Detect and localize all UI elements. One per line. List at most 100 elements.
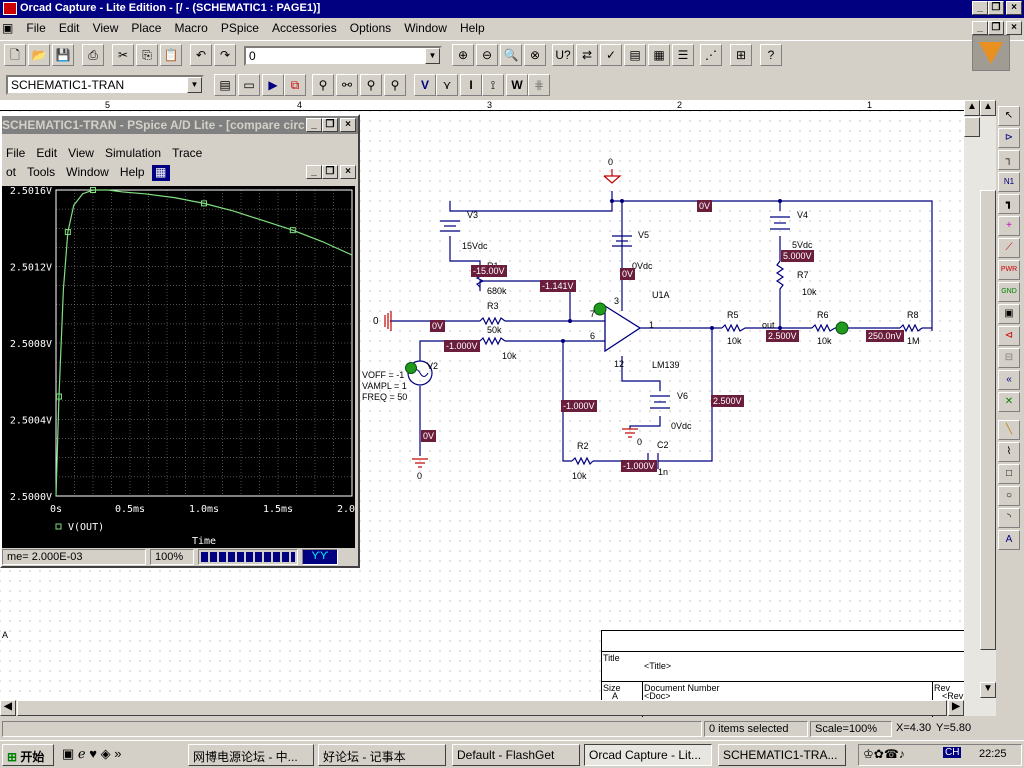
junction-tool-icon[interactable]: + [998, 216, 1020, 236]
minimize-button[interactable]: _ [972, 1, 988, 15]
close-button[interactable]: × [1006, 1, 1022, 15]
voltage-tag[interactable]: 0V [697, 200, 713, 212]
desktop-icon[interactable]: ▣ [62, 746, 74, 761]
paste-icon[interactable]: 📋 [160, 44, 182, 66]
voltage-tag[interactable]: 0V [421, 430, 437, 442]
resistor-r7[interactable] [775, 260, 785, 296]
menu-edit[interactable]: Edit [54, 18, 85, 35]
outer-scroll-down-icon[interactable]: ▼ [980, 682, 996, 698]
menu-options[interactable]: Options [345, 18, 396, 35]
menu-macro[interactable]: Macro [170, 18, 213, 35]
no-connect-icon[interactable]: ✕ [998, 392, 1020, 412]
opamp-symbol[interactable] [604, 304, 642, 353]
outer-scroll-thumb[interactable] [980, 190, 996, 650]
drc-icon[interactable]: ✓ [600, 44, 622, 66]
arc-tool-icon[interactable]: ◝ [998, 508, 1020, 528]
net-alias-icon[interactable]: N1 [998, 172, 1020, 192]
voltage-tag[interactable]: 2.500V [766, 330, 799, 342]
power-marker-icon[interactable]: ⚲ [384, 74, 406, 96]
app-quick-icon[interactable]: ♥ [89, 746, 97, 761]
resistor-r6[interactable] [811, 323, 836, 333]
voltage-tag[interactable]: -1.000V [561, 400, 597, 412]
rect-tool-icon[interactable]: □ [998, 464, 1020, 484]
bom-icon[interactable]: ☰ [672, 44, 694, 66]
voltage-tag[interactable]: -1.000V [621, 460, 657, 472]
tray-icons[interactable]: ♔✿☎♪ [863, 747, 905, 761]
sim-profile-dropdown-icon[interactable]: ▼ [187, 77, 202, 93]
ellipse-tool-icon[interactable]: ○ [998, 486, 1020, 506]
waveform-plot[interactable]: 2.5000V 2.5004V 2.5008V 2.5012V 2.5016V 0s 0.5… [2, 186, 367, 548]
pspice-close-button[interactable]: × [340, 118, 356, 132]
pspice-doc-close-button[interactable]: × [340, 165, 356, 179]
new-icon[interactable]: 🗋 [4, 44, 26, 66]
voltage-tag[interactable]: 250.0nV [866, 330, 904, 342]
hier-pin-icon[interactable]: ⊟ [998, 348, 1020, 368]
scroll-left-icon[interactable]: ◀ [0, 700, 16, 716]
voltage-tag[interactable]: -1.141V [540, 280, 576, 292]
menu-place[interactable]: Place [126, 18, 166, 35]
snap-grid-icon[interactable]: ⋰ [700, 44, 722, 66]
bus-tool-icon[interactable]: ┓ [998, 194, 1020, 214]
horizontal-scrollbar[interactable]: ◀ ▶ [0, 700, 980, 716]
redo-icon[interactable]: ↷ [214, 44, 236, 66]
media-icon[interactable]: ◈ [101, 746, 111, 761]
annotate-icon[interactable]: U? [552, 44, 574, 66]
line-tool-icon[interactable]: ╲ [998, 420, 1020, 440]
bias-i-icon[interactable]: I [460, 74, 482, 96]
resistor-r2[interactable] [571, 456, 594, 466]
voltage-tag[interactable]: 0V [620, 268, 636, 280]
copy-icon[interactable]: ⎘ [136, 44, 158, 66]
part-combo[interactable]: 0 ▼ [244, 46, 442, 66]
pspice-doc-minimize-button[interactable]: _ [306, 165, 322, 179]
pspice-menu-file[interactable]: File [2, 146, 29, 160]
pspice-menu-plot[interactable]: ot [2, 165, 20, 179]
power-tool-icon[interactable]: PWR [998, 260, 1020, 280]
menu-pspice[interactable]: PSpice [216, 18, 264, 35]
place-part-icon[interactable]: ⊳ [998, 128, 1020, 148]
new-profile-icon[interactable]: ▤ [214, 74, 236, 96]
bias-w-icon[interactable]: W [506, 74, 528, 96]
bias-v-icon[interactable]: V [414, 74, 436, 96]
text-tool-icon[interactable]: A [998, 530, 1020, 550]
save-icon[interactable]: 💾 [52, 44, 74, 66]
help-icon[interactable]: ? [760, 44, 782, 66]
voltage-tag[interactable]: -15.00V [471, 265, 507, 277]
voltage-tag[interactable]: -1.000V [444, 340, 480, 352]
ime-indicator[interactable]: CH [943, 747, 962, 758]
zoom-area-icon[interactable]: 🔍 [500, 44, 522, 66]
menu-file[interactable]: File [21, 18, 50, 35]
project-manager-icon[interactable]: ⊞ [730, 44, 752, 66]
pspice-menu-view[interactable]: View [64, 146, 98, 160]
view-results-icon[interactable]: ⧉ [284, 74, 306, 96]
scroll-right-icon[interactable]: ▶ [948, 700, 964, 716]
pspice-sim-icon[interactable]: ϒϒ [302, 549, 338, 565]
scroll-up-icon[interactable]: ▲ [964, 100, 980, 116]
bus-entry-icon[interactable]: ⟋ [998, 238, 1020, 258]
vertical-scrollbar[interactable]: ▲ [964, 100, 980, 700]
open-icon[interactable]: 📂 [28, 44, 50, 66]
outer-vertical-scrollbar[interactable]: ▲ ▼ [980, 100, 996, 716]
select-tool-icon[interactable]: ↖ [998, 106, 1020, 126]
voltage-tag[interactable]: 2.500V [711, 395, 744, 407]
run-icon[interactable]: ▶ [262, 74, 284, 96]
restore-button[interactable]: ❐ [988, 1, 1004, 15]
pspice-menu-window[interactable]: Window [62, 165, 113, 179]
part-combo-dropdown-icon[interactable]: ▼ [425, 48, 440, 64]
pspice-window[interactable]: SCHEMATIC1-TRAN - PSpice A/D Lite - [com… [0, 114, 367, 568]
current-marker-icon[interactable]: ⚲ [360, 74, 382, 96]
h-scroll-thumb[interactable] [17, 700, 947, 716]
back-annotate-icon[interactable]: ⇄ [576, 44, 598, 66]
pspice-menu-edit[interactable]: Edit [32, 146, 61, 160]
voltage-probe-marker[interactable] [405, 362, 417, 374]
menu-help[interactable]: Help [455, 18, 490, 35]
doc-minimize-button[interactable]: _ [972, 21, 988, 35]
task-flashget[interactable]: Default - FlashGet [452, 744, 580, 766]
cut-icon[interactable]: ✂ [112, 44, 134, 66]
voltage-marker-icon[interactable]: ⚲ [312, 74, 334, 96]
outer-scroll-up-icon[interactable]: ▲ [980, 100, 996, 116]
menu-view[interactable]: View [88, 18, 124, 35]
zoom-in-icon[interactable]: ⊕ [452, 44, 474, 66]
polyline-tool-icon[interactable]: ⌇ [998, 442, 1020, 462]
pspice-menu-simulation[interactable]: Simulation [101, 146, 165, 160]
doc-icon[interactable]: ▣ [0, 18, 18, 35]
